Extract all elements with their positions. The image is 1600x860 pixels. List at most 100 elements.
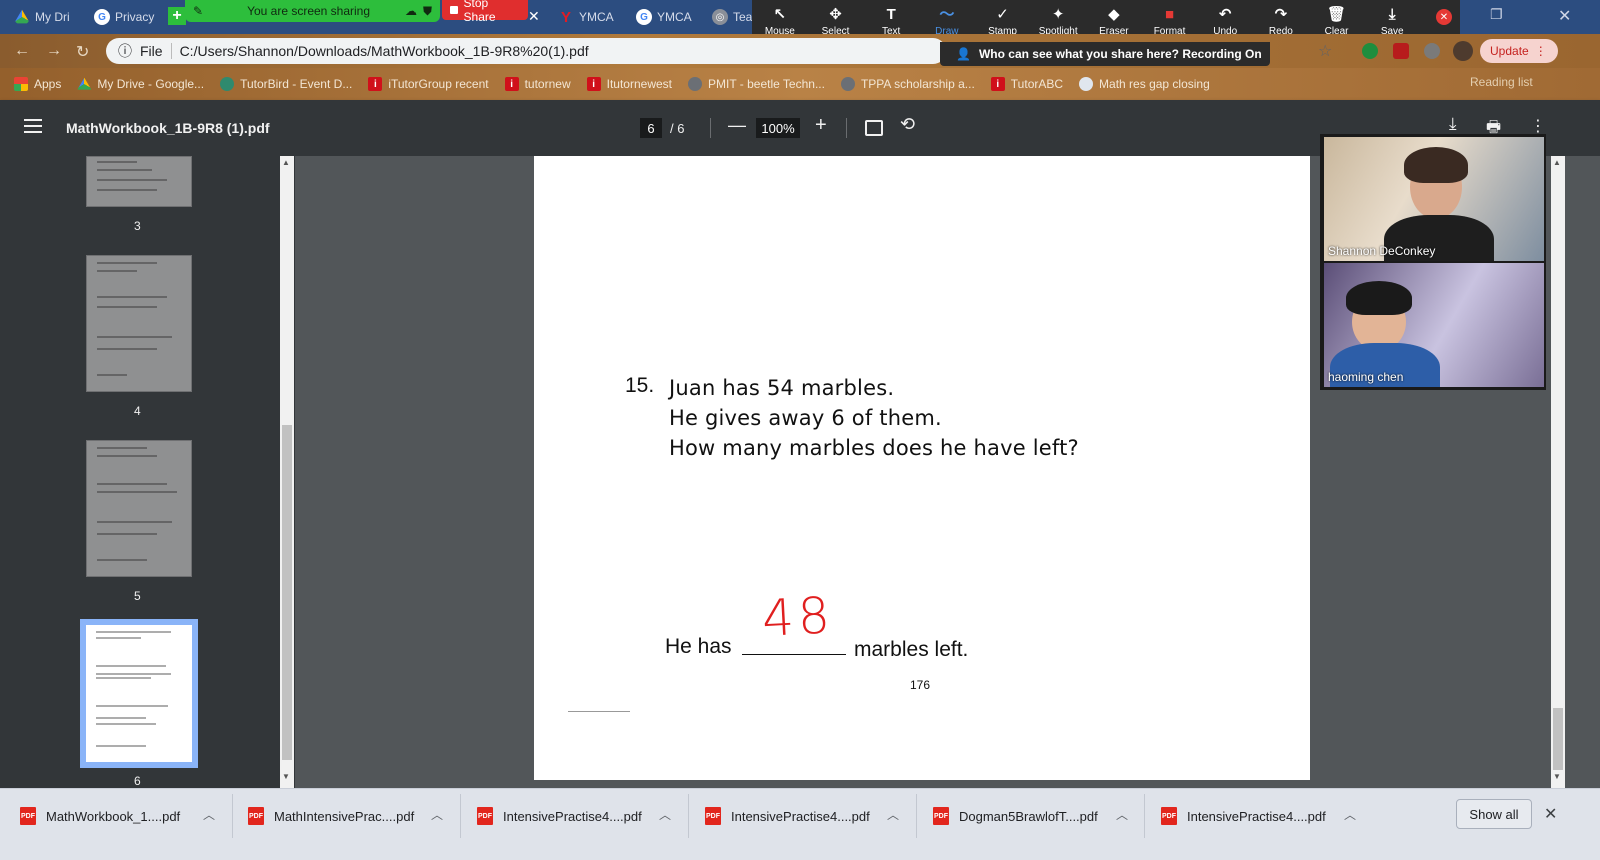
bookmark-label: tutornew <box>524 77 571 91</box>
update-button[interactable]: Update ⋮ <box>1480 39 1558 63</box>
itutor-icon: i <box>368 77 383 91</box>
chevron-up-icon[interactable]: ︿ <box>659 806 671 823</box>
fit-page-icon[interactable] <box>865 120 883 136</box>
page-thumbnail[interactable] <box>86 156 192 207</box>
divider <box>170 43 172 59</box>
bookmark-my-drive[interactable]: My Drive - Google... <box>77 77 204 91</box>
download-item[interactable]: PDF IntensivePractise4....pdf <box>477 800 642 832</box>
puzzle-icon[interactable] <box>1424 43 1440 59</box>
thumbnail-page-number: 4 <box>134 404 141 418</box>
zoom-level-input[interactable]: 100% <box>756 118 800 138</box>
download-item[interactable]: PDF MathIntensivePrac....pdf <box>248 800 414 832</box>
sidebar-scroll-thumb[interactable] <box>282 425 292 760</box>
tppa-icon <box>840 77 855 91</box>
scroll-up-icon[interactable]: ▲ <box>282 158 290 167</box>
participant-video[interactable]: haoming chen <box>1324 263 1544 387</box>
bookmark-apps[interactable]: Apps <box>14 77 61 91</box>
info-icon[interactable]: ⓘ <box>118 41 132 61</box>
viewer-scroll-thumb[interactable] <box>1553 708 1563 770</box>
divider <box>1144 794 1145 838</box>
more-options-icon[interactable]: ⋮ <box>1530 116 1546 136</box>
viewer-scrollbar[interactable] <box>1551 156 1565 788</box>
chevron-up-icon[interactable]: ︿ <box>431 806 443 823</box>
stop-share-button[interactable]: Stop Share <box>442 0 528 24</box>
show-all-button[interactable]: Show all <box>1456 799 1532 829</box>
download-filename: MathIntensivePrac....pdf <box>274 808 415 824</box>
thumbnail-page-number: 5 <box>134 589 141 603</box>
bookmark-tutornew[interactable]: i tutornew <box>504 77 571 91</box>
new-tab-icon[interactable]: + <box>168 7 186 25</box>
chevron-up-icon[interactable]: ︿ <box>1116 806 1128 823</box>
url-text[interactable]: C:/Users/Shannon/Downloads/MathWorkbook_… <box>180 43 589 59</box>
restore-window-icon[interactable]: ❐ <box>1490 6 1503 23</box>
chevron-up-icon[interactable]: ︿ <box>1344 806 1356 823</box>
shield-icon: ⛊ <box>422 3 432 18</box>
update-label: Update <box>1490 44 1529 58</box>
mouse-pointer-icon: ↖ <box>773 5 787 23</box>
tab-privacy[interactable]: G Privacy <box>88 0 166 34</box>
bookmark-itutorgroup[interactable]: i iTutorGroup recent <box>368 77 489 91</box>
question-line: How many marbles does he have left? <box>669 436 1079 460</box>
bookmark-star-icon[interactable]: ☆ <box>1318 41 1332 61</box>
tab-my-drive[interactable]: My Dri <box>8 0 82 34</box>
google-icon: G <box>94 9 110 25</box>
page-total: / 6 <box>670 121 685 136</box>
chevron-up-icon[interactable]: ︿ <box>203 806 215 823</box>
download-filename: IntensivePractise4....pdf <box>731 808 870 824</box>
recording-notice[interactable]: 👤 Who can see what you share here? Recor… <box>940 42 1270 66</box>
download-icon[interactable]: ⤓ <box>1449 114 1457 134</box>
google-drive-icon <box>77 77 92 90</box>
pdf-file-icon: PDF <box>1161 807 1177 825</box>
download-item[interactable]: PDF IntensivePractise4....pdf <box>1161 800 1326 832</box>
bookmark-math-res[interactable]: Math res gap closing <box>1079 77 1210 91</box>
tab-title: My Dri <box>35 10 70 24</box>
scroll-down-icon[interactable]: ▼ <box>1553 772 1561 781</box>
page-thumbnail[interactable] <box>86 440 192 577</box>
save-download-icon: ⤓ <box>1388 5 1396 23</box>
ublock-icon[interactable] <box>1393 43 1409 59</box>
download-item[interactable]: PDF IntensivePractise4....pdf <box>705 800 870 832</box>
bookmark-pmit[interactable]: PMIT - beetle Techn... <box>688 77 825 91</box>
zoom-out-icon[interactable]: — <box>728 115 746 136</box>
bookmark-itutornewest[interactable]: i Itutornewest <box>586 77 672 91</box>
page-thumbnail-selected[interactable] <box>80 619 198 768</box>
address-bar[interactable]: ⓘ File C:/Users/Shannon/Downloads/MathWo… <box>106 38 946 64</box>
tab-ymca[interactable]: Y YMCA <box>552 0 626 34</box>
extension-green-icon[interactable] <box>1362 43 1378 59</box>
bookmark-tutorbird[interactable]: TutorBird - Event D... <box>220 77 352 91</box>
reload-icon[interactable]: ↻ <box>76 42 89 62</box>
chevron-up-icon[interactable]: ︿ <box>887 806 899 823</box>
divider <box>710 118 711 138</box>
page-number-input[interactable]: 6 <box>640 118 662 138</box>
bookmarks-bar: Apps My Drive - Google... TutorBird - Ev… <box>0 68 1600 100</box>
download-filename: IntensivePractise4....pdf <box>1187 808 1326 824</box>
rotate-icon[interactable]: ⟲ <box>900 114 915 135</box>
profile-avatar[interactable] <box>1453 41 1473 61</box>
tab-title: Tea <box>733 10 753 24</box>
window-close-icon[interactable]: ✕ <box>1558 6 1571 26</box>
participant-video[interactable]: Shannon DeConkey <box>1324 137 1544 261</box>
back-arrow-icon[interactable]: ← <box>14 42 30 60</box>
tab-ymca-google[interactable]: G YMCA <box>630 0 702 34</box>
scroll-down-icon[interactable]: ▼ <box>282 772 290 781</box>
itutor-icon: i <box>990 77 1005 91</box>
scheme-label: File <box>140 43 163 59</box>
download-item[interactable]: PDF Dogman5BrawlofT....pdf <box>933 800 1098 832</box>
reading-list[interactable]: Reading list <box>1470 75 1533 89</box>
download-item[interactable]: PDF MathWorkbook_1....pdf <box>20 800 180 832</box>
close-annotation-icon[interactable]: ✕ <box>1436 9 1452 25</box>
tab-tea[interactable]: ◎ Tea <box>706 0 754 34</box>
answer-suffix: marbles left. <box>854 638 969 661</box>
menu-icon[interactable] <box>24 119 42 133</box>
bookmark-tppa[interactable]: TPPA scholarship a... <box>840 77 975 91</box>
forward-arrow-icon[interactable]: → <box>46 42 62 60</box>
close-tab-icon[interactable]: ✕ <box>528 8 540 25</box>
tab-title: YMCA <box>579 10 614 24</box>
zoom-in-icon[interactable]: + <box>815 114 827 137</box>
scroll-up-icon[interactable]: ▲ <box>1553 158 1561 167</box>
itutor-icon: i <box>586 77 601 91</box>
page-thumbnail[interactable] <box>86 255 192 392</box>
bookmark-tutorabc[interactable]: i TutorABC <box>990 77 1063 91</box>
screen: { "tabs": [ {"title": "My Dri", "icon": … <box>0 0 1600 860</box>
close-downloads-icon[interactable]: ✕ <box>1544 804 1557 824</box>
